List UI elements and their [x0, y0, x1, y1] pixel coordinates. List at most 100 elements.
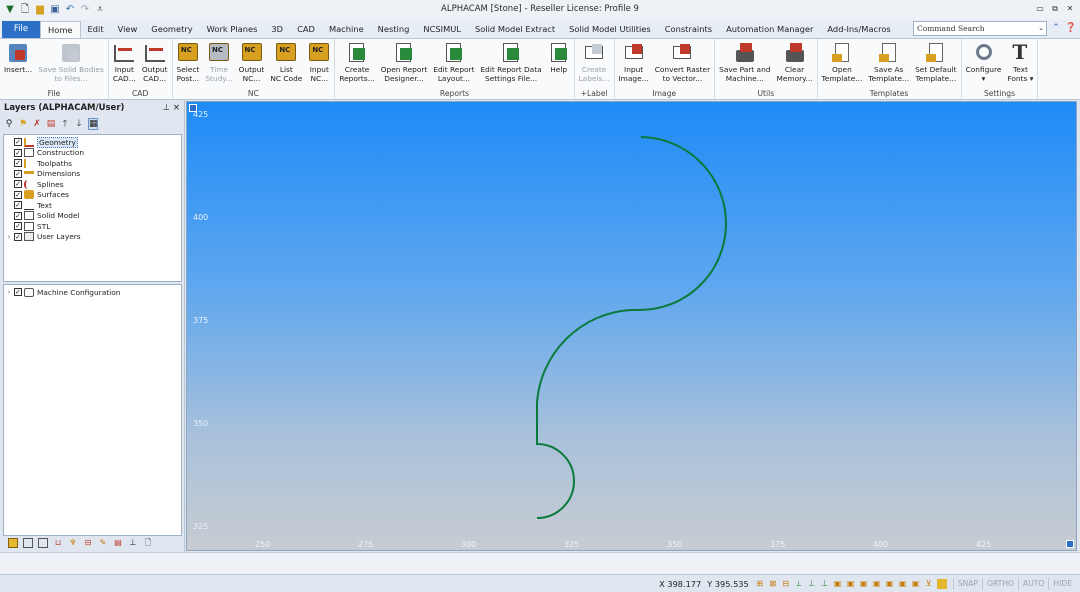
tab-automation-manager[interactable]: Automation Manager: [719, 21, 820, 38]
cube-view-icon[interactable]: ▣: [833, 579, 843, 589]
tab-geometry[interactable]: Geometry: [144, 21, 199, 38]
layer-checkbox[interactable]: ✓: [14, 180, 22, 189]
panel-close-icon[interactable]: ×: [173, 100, 180, 116]
tab-view[interactable]: View: [111, 21, 145, 38]
clear-memory-icon: [784, 42, 806, 64]
operations-tab-icon[interactable]: ♆: [68, 538, 78, 548]
axis-icon[interactable]: ⊥: [820, 579, 830, 589]
snap-mode[interactable]: SNAP: [952, 577, 982, 590]
tab-nesting[interactable]: Nesting: [371, 21, 417, 38]
features-tab-icon[interactable]: [38, 538, 48, 548]
layer-options-icon[interactable]: ▦: [88, 118, 98, 130]
expand-icon[interactable]: ›: [4, 233, 14, 241]
tab-solid-model-extract[interactable]: Solid Model Extract: [468, 21, 562, 38]
delete-layer-icon[interactable]: ✗: [32, 119, 42, 129]
tree-row-machine-configuration[interactable]: › ✓ Machine Configuration: [4, 287, 181, 298]
layer-checkbox[interactable]: ✓: [14, 201, 22, 210]
tab-edit[interactable]: Edit: [81, 21, 111, 38]
layer-properties-icon[interactable]: ▤: [46, 119, 56, 129]
color-square-icon[interactable]: [936, 578, 947, 589]
layer-checkbox[interactable]: ✓: [14, 148, 22, 157]
drawing-viewport[interactable]: 425 400 375 350 325 250 275 300 325 350 375 400 425: [186, 101, 1077, 551]
save-part-machine-icon: [734, 42, 756, 64]
find-icon[interactable]: ⚲: [4, 119, 14, 129]
move-down-icon[interactable]: 🡓: [74, 116, 84, 132]
layer-checkbox[interactable]: ✓: [14, 138, 22, 147]
tree-row-stl[interactable]: ✓ STL: [4, 221, 181, 232]
pin-icon[interactable]: ⊥: [163, 100, 170, 116]
tree-row-toolpaths[interactable]: ✓ Toolpaths: [4, 158, 181, 169]
layer-checkbox[interactable]: ✓: [14, 190, 22, 199]
undo-icon[interactable]: ↶: [64, 4, 76, 16]
new-layer-icon[interactable]: ⚑: [18, 119, 28, 129]
nc-tab-icon[interactable]: ▤: [113, 538, 123, 548]
axis-icon[interactable]: ⟂: [794, 579, 804, 589]
expand-icon[interactable]: ›: [4, 288, 14, 296]
cube-view-icon[interactable]: ▣: [898, 579, 908, 589]
styles-tab-icon[interactable]: ⊟: [83, 538, 93, 548]
tree-row-solid-model[interactable]: ✓ Solid Model: [4, 211, 181, 222]
command-line[interactable]: [0, 552, 1080, 574]
alphacam-logo-icon[interactable]: ▼: [4, 4, 16, 16]
collapse-ribbon-icon[interactable]: ⌃: [1050, 22, 1062, 34]
cube-view-icon[interactable]: ▣: [846, 579, 856, 589]
layer-checkbox[interactable]: ✓: [14, 232, 22, 241]
minimize-icon[interactable]: ▭: [1034, 3, 1046, 15]
customize-icon[interactable]: ⩡: [94, 4, 106, 16]
axis-icon[interactable]: ⊥: [807, 579, 817, 589]
project-tab-icon[interactable]: [23, 538, 33, 548]
chevron-down-icon[interactable]: ⌄: [1038, 22, 1044, 35]
close-icon[interactable]: ✕: [1064, 3, 1076, 15]
save-icon[interactable]: ▣: [49, 4, 61, 16]
tab-cad[interactable]: CAD: [290, 21, 322, 38]
layer-checkbox[interactable]: ✓: [14, 211, 22, 220]
tree-row-surfaces[interactable]: ✓ Surfaces: [4, 190, 181, 201]
workplanes-tab-icon[interactable]: ⊥: [128, 538, 138, 548]
open-folder-icon[interactable]: ▆: [34, 4, 46, 16]
origin-icon[interactable]: ⊻: [924, 579, 934, 589]
cube-view-icon[interactable]: ▣: [911, 579, 921, 589]
command-search-input[interactable]: Command Search ⌄: [913, 21, 1047, 36]
auto-mode[interactable]: AUTO: [1018, 577, 1048, 590]
new-file-icon[interactable]: 🗋: [19, 4, 31, 16]
tab-solid-model-utilities[interactable]: Solid Model Utilities: [562, 21, 658, 38]
ortho-mode[interactable]: ORTHO: [981, 577, 1018, 590]
tree-row-construction[interactable]: ✓ Construction: [4, 148, 181, 159]
sheets-tab-icon[interactable]: 🗋: [143, 538, 153, 548]
tree-row-dimensions[interactable]: ✓ Dimensions: [4, 169, 181, 180]
tab-work-planes[interactable]: Work Planes: [200, 21, 265, 38]
snap-end-icon[interactable]: ⊟: [781, 579, 791, 589]
tab-ncsimul[interactable]: NCSIMUL: [416, 21, 468, 38]
restore-icon[interactable]: ⧉: [1049, 3, 1061, 15]
file-tab[interactable]: File: [2, 21, 40, 38]
snap-grid-icon[interactable]: ⊞: [755, 579, 765, 589]
tree-row-splines[interactable]: ✓ Splines: [4, 179, 181, 190]
snap-point-icon[interactable]: ⊠: [768, 579, 778, 589]
layer-checkbox[interactable]: ✓: [14, 222, 22, 231]
tab-constraints[interactable]: Constraints: [658, 21, 719, 38]
cube-view-icon[interactable]: ▣: [885, 579, 895, 589]
cube-view-icon[interactable]: ▣: [859, 579, 869, 589]
attributes-tab-icon[interactable]: ✎: [98, 538, 108, 548]
layer-checkbox[interactable]: ✓: [14, 159, 22, 168]
tab-home[interactable]: Home: [40, 21, 81, 39]
tab-machine[interactable]: Machine: [322, 21, 371, 38]
tree-row-geometry[interactable]: ✓ Geometry: [4, 136, 181, 148]
help-icon[interactable]: ❓: [1065, 22, 1077, 34]
layers-tab-icon[interactable]: [8, 538, 18, 548]
hide-mode[interactable]: HIDE: [1048, 577, 1076, 590]
button-label: Machine...: [725, 73, 764, 83]
layer-checkbox[interactable]: ✓: [14, 169, 22, 178]
layer-checkbox[interactable]: ✓: [14, 288, 22, 297]
tab-3d[interactable]: 3D: [264, 21, 290, 38]
move-up-icon[interactable]: 🡑: [60, 116, 70, 132]
tools-tab-icon[interactable]: ⊔: [53, 538, 63, 548]
tree-row-text[interactable]: ✓ Text: [4, 200, 181, 211]
redo-icon[interactable]: ↷: [79, 4, 91, 16]
tree-row-user-layers[interactable]: › ✓ User Layers: [4, 232, 181, 243]
machine-config-icon: [24, 287, 34, 297]
toolpaths-icon: [24, 158, 34, 168]
geometry-canvas[interactable]: [187, 102, 1077, 551]
tab-add-ins-macros[interactable]: Add-Ins/Macros: [820, 21, 897, 38]
cube-view-icon[interactable]: ▣: [872, 579, 882, 589]
